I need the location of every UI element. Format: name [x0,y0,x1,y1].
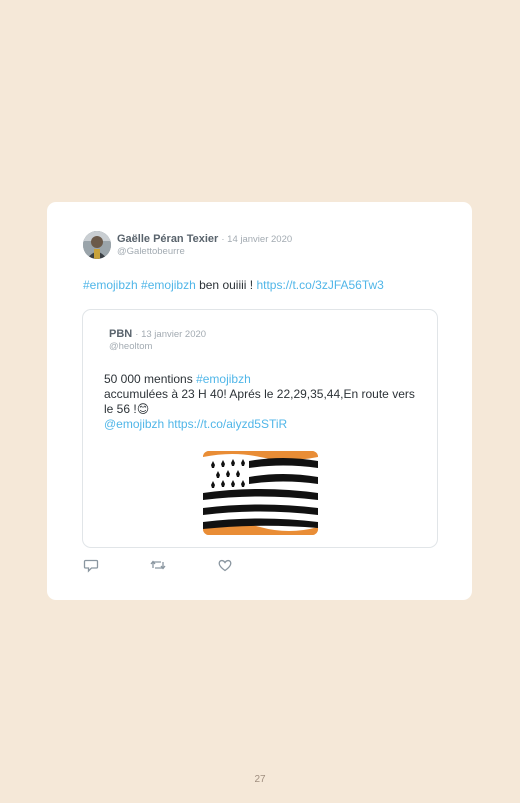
hashtag-link[interactable]: #emojibzh [141,278,196,292]
tweet-text: #emojibzh #emojibzh ben ouiiii ! https:/… [83,278,384,292]
breton-flag-icon [203,451,318,535]
quoted-author-name-text[interactable]: PBN [109,328,132,340]
quoted-author-name[interactable]: PBN · 13 janvier 2020 [109,328,206,340]
quoted-tweet[interactable]: PBN · 13 janvier 2020 @heoltom 50 000 me… [82,309,438,548]
retweet-icon [150,560,166,570]
retweet-button[interactable] [150,557,166,573]
author-name[interactable]: Gaëlle Péran Texier · 14 janvier 2020 [117,233,292,245]
quoted-url-link[interactable]: https://t.co/aiyzd5STiR [168,417,288,431]
quoted-text-prefix: 50 000 mentions [104,372,197,386]
like-button[interactable] [217,557,233,573]
author-name-text[interactable]: Gaëlle Péran Texier [117,233,218,245]
quoted-text-body: accumulées à 23 H 40! Aprés le 22,29,35,… [104,387,415,416]
hashtag-link[interactable]: #emojibzh [196,372,251,386]
embedded-tweet-card: Gaëlle Péran Texier · 14 janvier 2020 @G… [47,202,472,600]
tweet-date[interactable]: · 14 janvier 2020 [221,234,292,245]
quoted-tweet-text: 50 000 mentions #emojibzh accumulées à 2… [104,372,424,432]
author-handle[interactable]: @Galettobeurre [117,246,185,257]
reply-icon [83,559,99,573]
smile-emoji-icon: 😊 [136,402,150,416]
tweet-url-link[interactable]: https://t.co/3zJFA56Tw3 [256,278,383,292]
avatar-image [83,231,111,259]
tweet-body-text: ben ouiiii ! [195,278,257,292]
reply-button[interactable] [83,557,99,573]
avatar[interactable] [83,231,111,259]
quoted-author-handle[interactable]: @heoltom [109,341,152,352]
mention-link[interactable]: @emojibzh [104,417,164,431]
heart-icon [218,559,232,572]
page-number: 27 [254,774,266,785]
breton-flag-emoji-icon[interactable] [203,451,318,535]
hashtag-link[interactable]: #emojibzh [83,278,138,292]
quoted-tweet-date[interactable]: · 13 janvier 2020 [135,329,206,340]
